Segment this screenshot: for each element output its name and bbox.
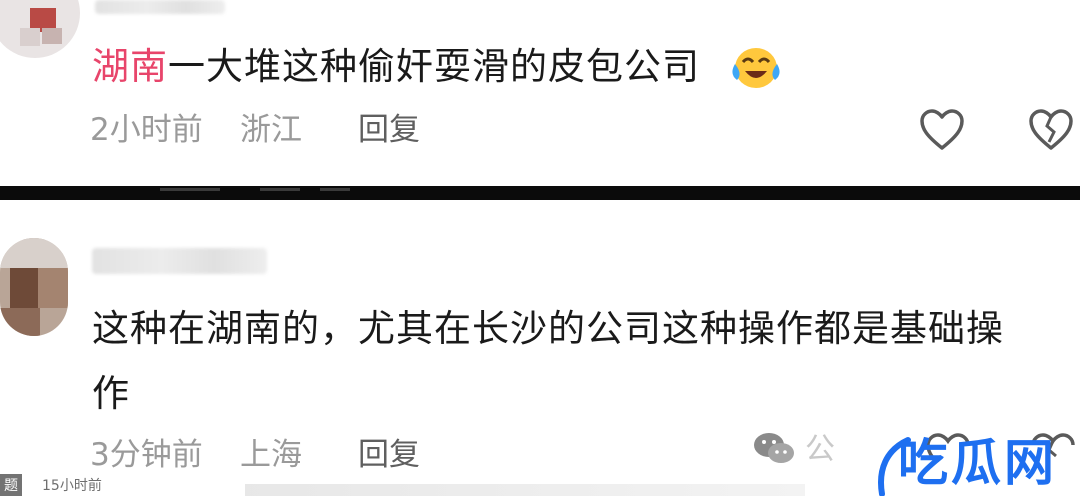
username-blurred[interactable] <box>95 0 225 14</box>
platform-watermark-text: 公 <box>805 432 835 467</box>
username-blurred[interactable] <box>92 248 267 274</box>
avatar[interactable] <box>0 0 80 58</box>
screenshot-divider <box>0 186 1080 200</box>
comment-time: 2小时前 <box>90 112 203 148</box>
corner-timestamp: 15小时前 <box>42 478 102 494</box>
avatar[interactable] <box>0 238 68 336</box>
comment-location: 浙江 <box>240 112 302 148</box>
comment-location: 上海 <box>240 437 302 473</box>
comment-2: 这种在湖南的，尤其在长沙的公司这种操作都是基础操 作 3分钟前 上海 回复 公 … <box>0 200 1080 496</box>
brand-watermark: 吃瓜网 <box>898 434 1057 492</box>
reply-button[interactable]: 回复 <box>358 115 420 146</box>
comment-time: 3分钟前 <box>90 437 203 473</box>
heart-icon[interactable] <box>919 108 965 152</box>
broken-heart-icon[interactable] <box>1028 108 1074 152</box>
comment-text: 湖南一大堆这种偷奸耍滑的皮包公司 <box>92 48 700 85</box>
cut-off-text <box>245 484 805 496</box>
comment-text-line-2: 作 <box>92 372 130 415</box>
location-tag[interactable]: 湖南 <box>92 45 168 88</box>
comment-1: 湖南一大堆这种偷奸耍滑的皮包公司 2小时前 浙江 回复 <box>0 0 1080 186</box>
wechat-icon <box>754 433 794 463</box>
reply-button[interactable]: 回复 <box>358 440 420 471</box>
laughing-crying-emoji-icon <box>732 48 780 88</box>
comment-text-body: 一大堆这种偷奸耍滑的皮包公司 <box>168 45 700 88</box>
comment-text-line-1: 这种在湖南的，尤其在长沙的公司这种操作都是基础操 <box>92 307 1004 350</box>
corner-glyph: 题 <box>0 474 22 496</box>
